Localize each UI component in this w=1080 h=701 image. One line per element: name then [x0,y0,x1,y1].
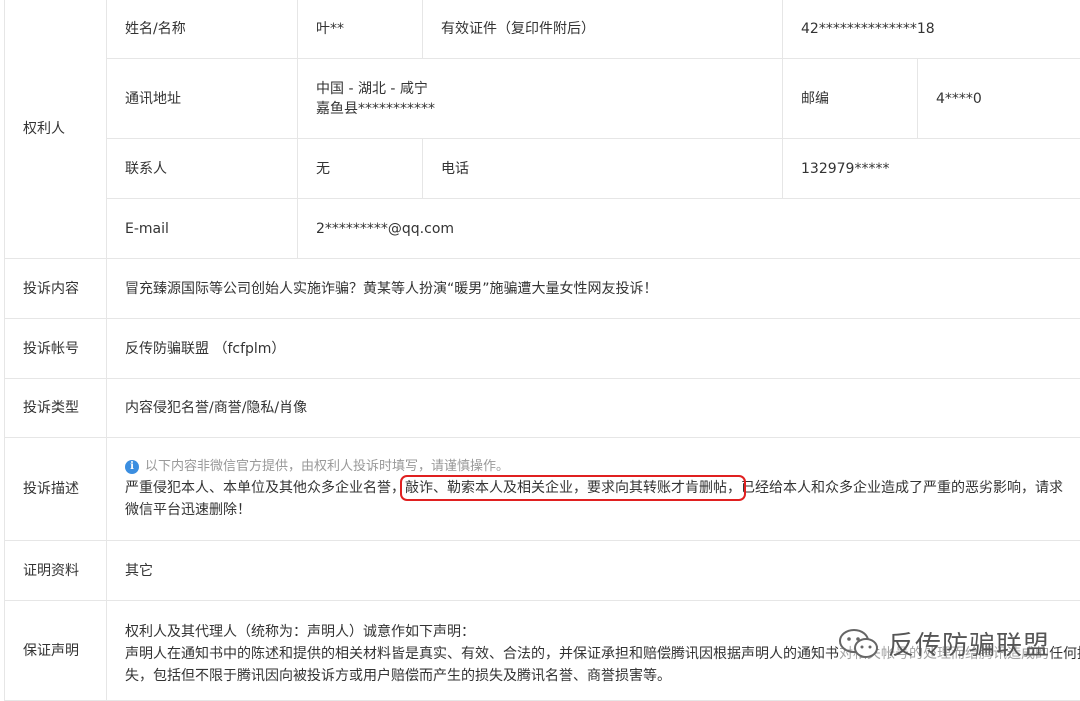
watermark: 反传防骗联盟 [838,625,1050,662]
type-value: 内容侵犯名誉/商誉/隐私/肖像 [107,379,1080,438]
description-value: i 以下内容非微信官方提供，由权利人投诉时填写，请谨慎操作。 严重侵犯本人、本单… [107,438,1080,541]
description-highlight: 敲诈、勒索本人及相关企业，要求向其转账才肯删帖， [405,480,741,496]
watermark-text: 反传防骗联盟 [888,625,1050,662]
address-line-2: 嘉鱼县*********** [316,99,782,119]
description-body: 严重侵犯本人、本单位及其他众多企业名誉，敲诈、勒索本人及相关企业，要求向其转账才… [125,477,1080,521]
address-value: 中国 - 湖北 - 咸宁 嘉鱼县*********** [298,59,783,139]
account-label: 投诉帐号 [5,319,107,379]
phone-label: 电话 [423,139,783,199]
email-value: 2*********@qq.com [298,199,1080,259]
content-label: 投诉内容 [5,259,107,319]
description-part-1: 严重侵犯本人、本单位及其他众多企业名誉， [125,480,405,496]
table-row: 联系人 无 电话 132979***** [5,139,1080,199]
guarantee-line-3: 失，包括但不限于腾讯因向被投诉方或用户赔偿而产生的损失及腾讯名誉、商誉损害等。 [125,665,1080,687]
table-row: 投诉帐号 反传防骗联盟 （fcfplm） [5,319,1080,379]
name-label: 姓名/名称 [107,0,298,59]
postcode-value: 4****0 [918,59,1080,139]
description-label: 投诉描述 [5,438,107,541]
wechat-official-account-icon [838,627,880,661]
table-row: 通讯地址 中国 - 湖北 - 咸宁 嘉鱼县*********** 邮编 4***… [5,59,1080,139]
rights-holder-section-label: 权利人 [5,0,107,259]
description-hint-text: 以下内容非微信官方提供，由权利人投诉时填写，请谨慎操作。 [145,457,509,477]
table-row: E-mail 2*********@qq.com [5,199,1080,259]
description-hint: i 以下内容非微信官方提供，由权利人投诉时填写，请谨慎操作。 [125,457,1080,477]
evidence-label: 证明资料 [5,541,107,601]
table-row: 投诉描述 i 以下内容非微信官方提供，由权利人投诉时填写，请谨慎操作。 严重侵犯… [5,438,1080,541]
phone-value: 132979***** [783,139,1080,199]
id-value: 42**************18 [783,0,1080,59]
table-row: 投诉内容 冒充臻源国际等公司创始人实施诈骗？黄某等人扮演“暖男”施骗遭大量女性网… [5,259,1080,319]
table-row: 证明资料 其它 [5,541,1080,601]
guarantee-label: 保证声明 [5,601,107,701]
table-row: 投诉类型 内容侵犯名誉/商誉/隐私/肖像 [5,379,1080,438]
table-row: 权利人 姓名/名称 叶** 有效证件（复印件附后） 42************… [5,0,1080,59]
name-value: 叶** [298,0,423,59]
contact-value: 无 [298,139,423,199]
info-icon: i [125,460,139,474]
type-label: 投诉类型 [5,379,107,438]
complaint-details-table: 权利人 姓名/名称 叶** 有效证件（复印件附后） 42************… [4,0,1080,701]
content-value: 冒充臻源国际等公司创始人实施诈骗？黄某等人扮演“暖男”施骗遭大量女性网友投诉！ [107,259,1080,319]
account-value: 反传防骗联盟 （fcfplm） [107,319,1080,379]
contact-label: 联系人 [107,139,298,199]
id-label: 有效证件（复印件附后） [423,0,783,59]
evidence-value: 其它 [107,541,1080,601]
email-label: E-mail [107,199,298,259]
address-line-1: 中国 - 湖北 - 咸宁 [316,79,782,99]
postcode-label: 邮编 [783,59,918,139]
address-label: 通讯地址 [107,59,298,139]
